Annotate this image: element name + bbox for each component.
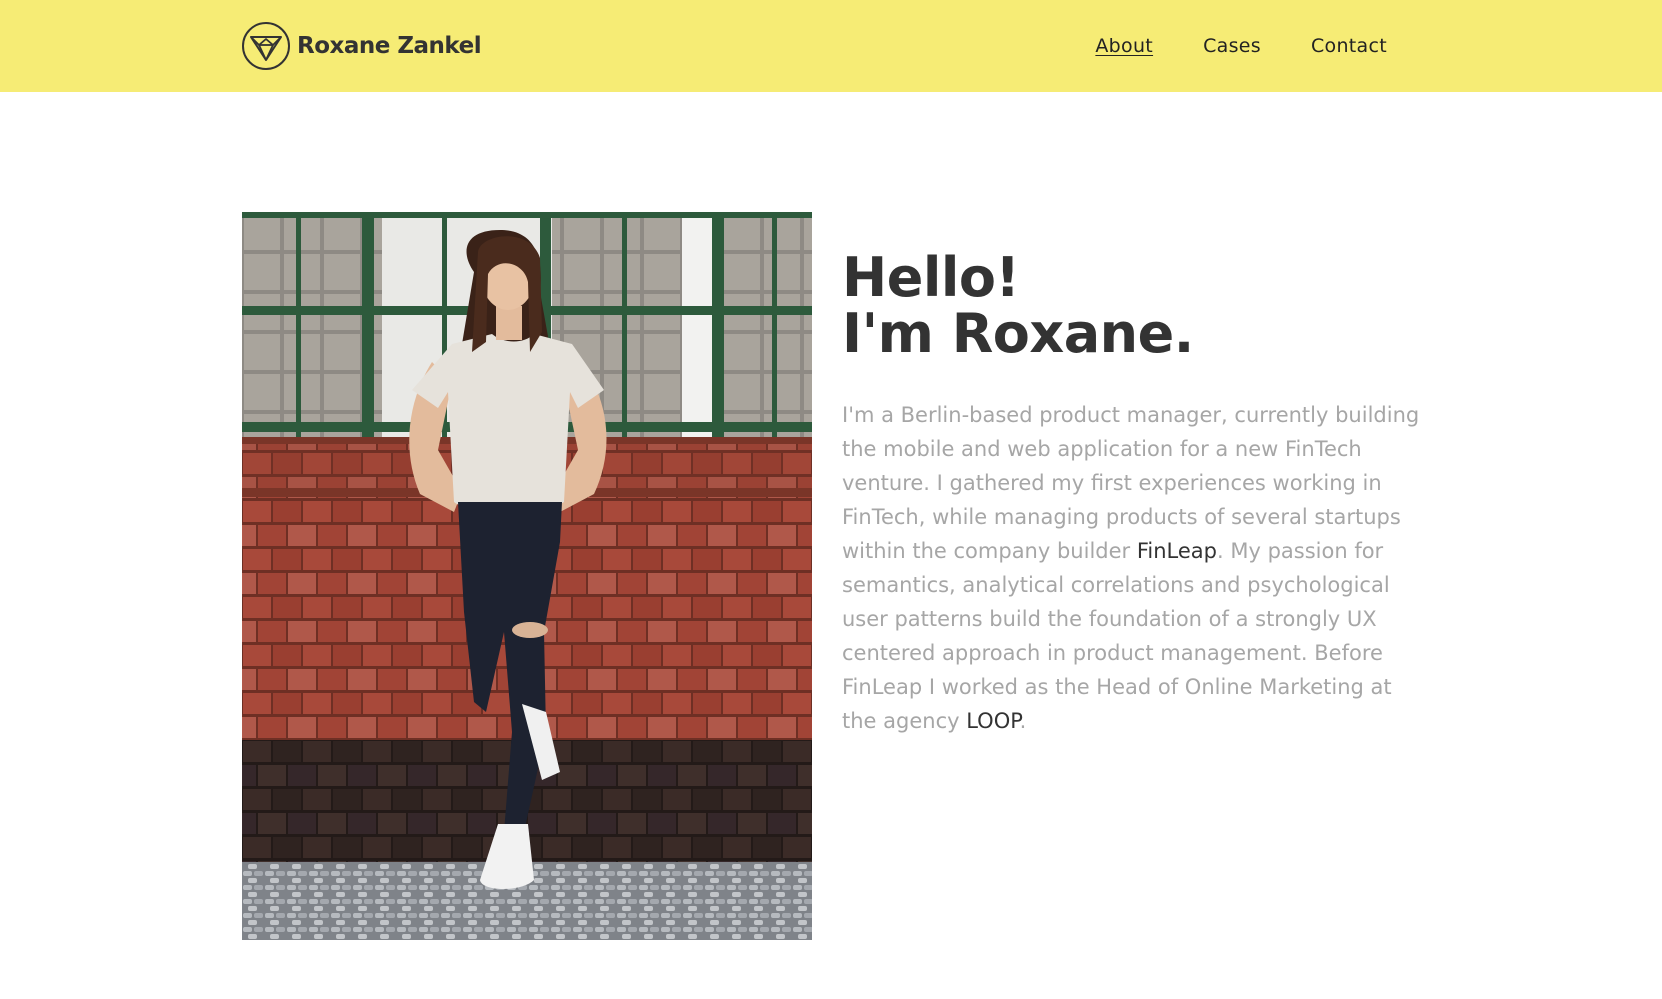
diamond-gem-icon [242,22,290,70]
intro-section: Hello! I'm Roxane. I'm a Berlin-based pr… [842,250,1427,738]
heading-line-greeting: Hello! [842,246,1020,309]
brand-home-link[interactable]: Roxane Zankel [241,21,482,71]
loop-link[interactable]: LOOP [966,709,1019,733]
finleap-link[interactable]: FinLeap [1137,539,1217,563]
intro-heading: Hello! I'm Roxane. [842,250,1427,362]
portrait-photo [242,212,812,940]
nav-link-cases[interactable]: Cases [1203,35,1261,57]
main-nav: About Cases Contact [1095,0,1387,92]
bio-text-part3: . [1019,709,1027,733]
brand-name: Roxane Zankel [297,33,482,59]
nav-link-contact[interactable]: Contact [1311,35,1387,57]
site-header: Roxane Zankel About Cases Contact [0,0,1662,92]
nav-link-about[interactable]: About [1095,35,1153,57]
bio-paragraph: I'm a Berlin-based product manager, curr… [842,398,1427,738]
heading-line-name: I'm Roxane. [842,302,1194,365]
bio-text-part2: . My passion for semantics, analytical c… [842,539,1392,733]
